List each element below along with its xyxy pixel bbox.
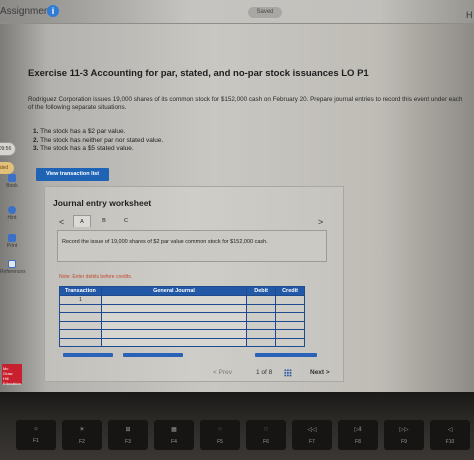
book-icon: [8, 174, 16, 182]
transaction-cell: [59, 312, 102, 322]
transaction-cell: [59, 337, 102, 347]
sidebar-item-references[interactable]: References: [0, 260, 26, 275]
top-bar: Assignment i Saved H: [0, 0, 474, 24]
record-entry-button[interactable]: [63, 353, 113, 357]
transaction-cell: [59, 303, 102, 313]
table-row: [59, 329, 305, 339]
page-count: 1 of 8: [256, 369, 273, 376]
credit-input[interactable]: [275, 312, 305, 322]
exercise-intro: Rodriguez Corporation issues 19,000 shar…: [28, 96, 463, 111]
sidebar-item-book[interactable]: Book: [0, 174, 24, 189]
account-input[interactable]: [100, 303, 248, 313]
account-input[interactable]: [100, 329, 248, 339]
table-row: 1: [59, 295, 305, 305]
worksheet-title: Journal entry worksheet: [53, 198, 152, 208]
key-f7: ◁◁ F7: [292, 420, 332, 450]
key-f5: ⁘ F5: [200, 420, 240, 450]
situation-list: 1. The stock has a $2 par value. 2. The …: [33, 128, 163, 154]
references-icon: [8, 260, 16, 268]
tab-a[interactable]: A: [73, 215, 91, 227]
key-f6: ⁙ F6: [246, 420, 286, 450]
tab-b[interactable]: B: [95, 215, 113, 227]
entry-description: Record the issue of 19,000 shares of $2 …: [57, 230, 327, 262]
chevron-left-icon[interactable]: <: [59, 217, 64, 227]
view-transaction-list-button[interactable]: View transaction list: [36, 168, 109, 181]
keyboard: ☼ F1 ☀ F2 ⊞ F3 ▦ F4 ⁘ F5 ⁙ F6 ◁◁ F7 ▷‖ F8 ▷▷ F9 ◁…: [0, 392, 474, 460]
sidebar-item-print[interactable]: Print: [0, 234, 24, 249]
sidebar-item-label: Book: [6, 183, 18, 189]
next-button[interactable]: Next >: [310, 369, 330, 376]
sidebar-item-label: References: [0, 269, 26, 275]
column-header: Debit: [246, 286, 277, 296]
journal-table: Transaction General Journal Debit Credit…: [59, 286, 305, 347]
chevron-right-icon[interactable]: >: [318, 217, 323, 227]
key-f2: ☀ F2: [62, 420, 102, 450]
mcgraw-hill-logo: Mc Graw Hill Education: [2, 364, 22, 386]
grid-icon[interactable]: [284, 369, 292, 377]
hint-icon: [8, 206, 16, 214]
column-header: General Journal: [100, 286, 248, 296]
column-header: Transaction: [59, 286, 102, 296]
sidebar-item-label: Hint: [7, 215, 17, 221]
sidebar: 09:56 ded Book Hint Print References: [0, 24, 26, 392]
account-input[interactable]: [100, 295, 248, 305]
debit-input[interactable]: [246, 312, 277, 322]
help-link[interactable]: H: [466, 10, 473, 20]
prev-button[interactable]: < Prev: [213, 369, 232, 376]
account-input[interactable]: [100, 312, 248, 322]
credit-input[interactable]: [275, 295, 305, 305]
key-f9: ▷▷ F9: [384, 420, 424, 450]
exercise-title: Exercise 11-3 Accounting for par, stated…: [28, 68, 369, 79]
table-row: [59, 320, 305, 330]
key-f3: ⊞ F3: [108, 420, 148, 450]
table-row: [59, 303, 305, 313]
debit-input[interactable]: [246, 320, 277, 330]
table-row: [59, 312, 305, 322]
table-row: [59, 337, 305, 347]
info-icon[interactable]: i: [47, 5, 59, 17]
key-f10: ◁ F10: [430, 420, 470, 450]
tab-c[interactable]: C: [117, 215, 135, 227]
saved-status: Saved: [248, 7, 282, 18]
sidebar-item-label: Print: [6, 243, 18, 249]
list-item: 2. The stock has neither par nor stated …: [33, 136, 164, 144]
credit-input[interactable]: [275, 303, 305, 313]
status-badge: ded: [0, 162, 14, 174]
screen: Assignment i Saved H 09:56 ded Book Hint…: [0, 0, 474, 392]
transaction-cell: [59, 329, 102, 339]
list-item: 3. The stock has a $5 stated value.: [33, 145, 134, 152]
key-f8: ▷‖ F8: [338, 420, 378, 450]
transaction-cell: [59, 320, 102, 330]
debit-input[interactable]: [246, 295, 277, 305]
transaction-cell: 1: [59, 295, 102, 305]
credit-input[interactable]: [275, 337, 305, 347]
debit-input[interactable]: [246, 303, 277, 313]
credit-input[interactable]: [275, 320, 305, 330]
debit-input[interactable]: [246, 329, 277, 339]
column-header: Credit: [275, 286, 305, 296]
list-item: 1. The stock has a $2 par value.: [33, 128, 126, 135]
print-icon: [8, 234, 16, 242]
timer-badge: 09:56: [0, 142, 16, 156]
view-general-journal-button[interactable]: [255, 353, 317, 357]
entry-note: Note: Enter debits before credits.: [59, 274, 133, 280]
debit-input[interactable]: [246, 337, 277, 347]
assignment-title: Assignment: [0, 6, 53, 17]
account-input[interactable]: [100, 337, 248, 347]
account-input[interactable]: [100, 320, 248, 330]
key-f1: ☼ F1: [16, 420, 56, 450]
credit-input[interactable]: [275, 329, 305, 339]
journal-entry-worksheet: Journal entry worksheet < > A B C Record…: [44, 186, 344, 382]
key-f4: ▦ F4: [154, 420, 194, 450]
clear-entry-button[interactable]: [123, 353, 183, 357]
sidebar-item-hint[interactable]: Hint: [0, 206, 24, 221]
